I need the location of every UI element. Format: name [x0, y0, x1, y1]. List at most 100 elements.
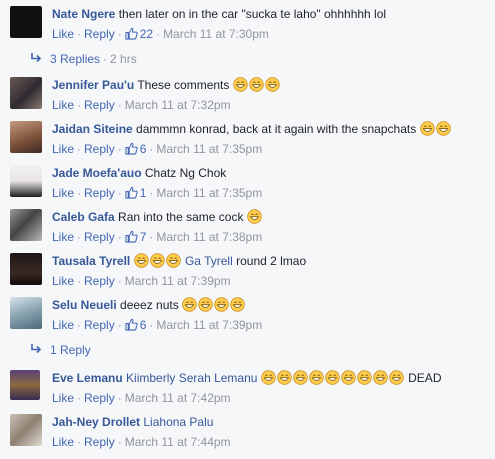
- comment-timestamp[interactable]: March 11 at 7:42pm: [125, 391, 231, 405]
- reply-button[interactable]: Reply: [84, 230, 115, 244]
- grinning-face-icon: [341, 370, 356, 385]
- comment-actions: Like · Reply · March 11 at 7:42pm: [52, 390, 491, 406]
- view-replies-link[interactable]: 1 Reply: [30, 342, 91, 358]
- grinning-face-icon: [373, 370, 388, 385]
- comment-text: round 2 lmao: [236, 254, 307, 268]
- replies-count[interactable]: 1 Reply: [50, 343, 91, 357]
- separator: ·: [77, 435, 82, 449]
- comment-timestamp[interactable]: March 11 at 7:35pm: [156, 186, 262, 200]
- comment-text: These comments: [137, 78, 230, 92]
- like-count-value: 6: [139, 318, 147, 332]
- thumbs-up-icon: [125, 186, 138, 199]
- comment-timestamp[interactable]: March 11 at 7:35pm: [156, 142, 262, 156]
- separator: ·: [117, 27, 122, 41]
- reply-button[interactable]: Reply: [84, 274, 115, 288]
- comment-author[interactable]: Nate Ngere: [52, 7, 115, 21]
- avatar[interactable]: [10, 6, 42, 38]
- comment-timestamp[interactable]: March 11 at 7:38pm: [156, 230, 262, 244]
- comment-actions: Like · Reply · 6 · March 11 at 7:35pm: [52, 141, 491, 157]
- like-count[interactable]: 7: [125, 230, 147, 244]
- separator: ·: [149, 186, 154, 200]
- grinning-face-icon: [389, 370, 404, 385]
- like-count[interactable]: 22: [125, 27, 153, 41]
- like-count[interactable]: 6: [125, 142, 146, 156]
- grinning-face-icon: [420, 121, 435, 136]
- reply-button[interactable]: Reply: [84, 142, 115, 156]
- comment-actions: Like · Reply · March 11 at 7:44pm: [52, 434, 491, 450]
- reply-button[interactable]: Reply: [84, 391, 115, 405]
- avatar[interactable]: [10, 297, 42, 329]
- separator: ·: [77, 391, 82, 405]
- grinning-face-icon: [436, 121, 451, 136]
- like-count-value: 7: [139, 230, 147, 244]
- avatar[interactable]: [10, 414, 42, 446]
- comment-author[interactable]: Jennifer Pau'u: [52, 78, 134, 92]
- comment-author[interactable]: Eve Lemanu: [52, 371, 123, 385]
- comment-author[interactable]: Selu Neueli: [52, 298, 117, 312]
- grinning-face-icon: [198, 297, 213, 312]
- like-button[interactable]: Like: [52, 186, 74, 200]
- avatar[interactable]: [10, 209, 42, 241]
- grinning-face-icon: [134, 253, 149, 268]
- comment-actions: Like · Reply · March 11 at 7:32pm: [52, 97, 491, 113]
- comment-author[interactable]: Caleb Gafa: [52, 210, 115, 224]
- like-button[interactable]: Like: [52, 318, 74, 332]
- reply-button[interactable]: Reply: [84, 435, 115, 449]
- like-button[interactable]: Like: [52, 98, 74, 112]
- mention-link[interactable]: Liahona Palu: [143, 415, 213, 429]
- replies-age: 2 hrs: [110, 52, 137, 66]
- avatar[interactable]: [10, 77, 42, 109]
- like-button[interactable]: Like: [52, 142, 74, 156]
- comment-timestamp[interactable]: March 11 at 7:32pm: [125, 98, 231, 112]
- comment-author[interactable]: Jade Moefa'auo: [52, 166, 142, 180]
- comment-actions: Like · Reply · 1 · March 11 at 7:35pm: [52, 185, 491, 201]
- separator: ·: [156, 27, 161, 41]
- grinning-face-icon: [261, 370, 276, 385]
- comment-actions: Like · Reply · March 11 at 7:39pm: [52, 273, 491, 289]
- grinning-face-icon: [230, 297, 245, 312]
- like-count[interactable]: 1: [125, 186, 147, 200]
- grinning-face-icon: [182, 297, 197, 312]
- mention-link[interactable]: Ga Tyrell: [185, 254, 233, 268]
- like-button[interactable]: Like: [52, 230, 74, 244]
- avatar[interactable]: [10, 165, 42, 197]
- like-button[interactable]: Like: [52, 27, 74, 41]
- comment-timestamp[interactable]: March 11 at 7:39pm: [156, 318, 262, 332]
- comment-author[interactable]: Jaidan Siteine: [52, 122, 133, 136]
- avatar[interactable]: [10, 121, 42, 153]
- like-button[interactable]: Like: [52, 391, 74, 405]
- thumbs-up-icon: [125, 318, 138, 331]
- mention-link[interactable]: Kiimberly Serah Lemanu: [126, 371, 257, 385]
- grinning-face-icon: [325, 370, 340, 385]
- avatar[interactable]: [10, 370, 40, 400]
- comment-timestamp[interactable]: March 11 at 7:30pm: [163, 27, 269, 41]
- reply-arrow-icon: [30, 343, 42, 355]
- like-count-value: 22: [139, 27, 154, 41]
- grinning-face-icon: [166, 253, 181, 268]
- grinning-face-icon: [265, 77, 280, 92]
- thumbs-up-icon: [125, 142, 138, 155]
- separator: ·: [149, 318, 154, 332]
- like-count-value: 1: [139, 186, 147, 200]
- separator: ·: [117, 186, 122, 200]
- comment-timestamp[interactable]: March 11 at 7:39pm: [125, 274, 231, 288]
- like-button[interactable]: Like: [52, 435, 74, 449]
- comment-text: Ran into the same cock: [118, 210, 244, 224]
- like-button[interactable]: Like: [52, 274, 74, 288]
- separator: ·: [103, 52, 108, 66]
- grinning-face-icon: [214, 297, 229, 312]
- reply-button[interactable]: Reply: [84, 186, 115, 200]
- like-count[interactable]: 6: [125, 318, 147, 332]
- reply-button[interactable]: Reply: [84, 318, 115, 332]
- separator: ·: [117, 98, 122, 112]
- replies-count[interactable]: 3 Replies: [50, 52, 100, 66]
- reply-button[interactable]: Reply: [84, 98, 115, 112]
- comment-author[interactable]: Jah-Ney Drollet: [52, 415, 140, 429]
- view-replies-link[interactable]: 3 Replies · 2 hrs: [30, 51, 137, 67]
- comment-text: then later on in the car "sucka te laho"…: [118, 7, 387, 21]
- reply-button[interactable]: Reply: [84, 27, 115, 41]
- avatar[interactable]: [10, 253, 42, 285]
- comment-timestamp[interactable]: March 11 at 7:44pm: [125, 435, 231, 449]
- comment-author[interactable]: Tausala Tyrell: [52, 254, 130, 268]
- grinning-face-icon: [309, 370, 324, 385]
